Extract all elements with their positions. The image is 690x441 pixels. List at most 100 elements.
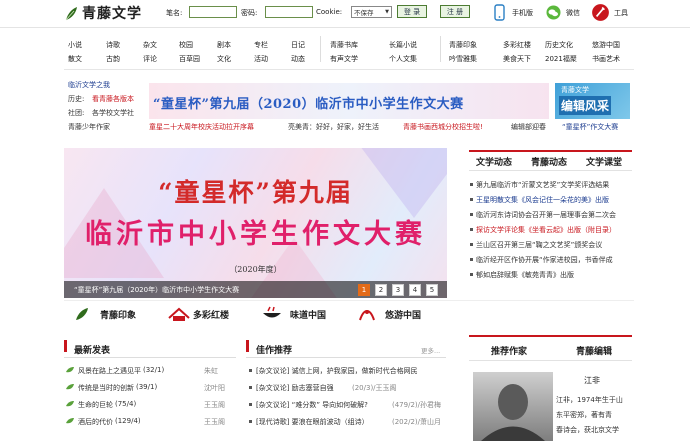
nav-item[interactable]: 多彩红楼 — [503, 40, 531, 50]
nav-item[interactable]: 动态 — [291, 54, 305, 64]
wechat-icon — [546, 5, 561, 20]
nav-item[interactable]: 古韵 — [106, 54, 120, 64]
bullet-icon — [249, 369, 252, 372]
site-logo[interactable]: 青藤文学 — [64, 3, 159, 23]
nav-item[interactable]: 文化 — [217, 54, 231, 64]
nav-item[interactable]: 活动 — [254, 54, 268, 64]
password-label: 密码: — [241, 9, 258, 17]
password-input[interactable] — [265, 6, 313, 18]
news-list-item[interactable]: 临沂经开区作协开展“作家进校园，书香伴成 — [476, 255, 634, 265]
latest-item-count: (39/1) — [136, 383, 158, 391]
editor-showcase-banner[interactable]: 青藤文学 编辑风采 — [555, 83, 630, 119]
carousel-page-3[interactable]: 3 — [392, 284, 404, 296]
nav-item[interactable]: 长篇小说 — [389, 40, 417, 50]
tab-literature-news[interactable]: 文学动态 — [476, 155, 512, 168]
nav-item[interactable]: 评论 — [143, 54, 157, 64]
news-bottom-item-2[interactable]: 亮美青：好好，好家，好生活 — [288, 122, 379, 132]
nav-item[interactable]: 百草园 — [179, 54, 200, 64]
tab-qingteng-editors[interactable]: 青藤编辑 — [576, 344, 612, 357]
recommend-item-title[interactable]: [杂文议论] 励志塞营自强 — [256, 383, 334, 393]
nav-item[interactable]: 青藤印象 — [449, 40, 477, 50]
nav-item[interactable]: 2021福聚 — [545, 54, 577, 64]
main-carousel-banner[interactable]: “童星杯”第九届 临沂市中小学生作文大赛 （2020年度） — [64, 148, 447, 298]
latest-item-title[interactable]: 酒后的代价 — [78, 417, 113, 427]
leaf-bullet-icon — [66, 384, 74, 390]
wechat-link[interactable] — [546, 4, 561, 23]
nav-separator — [440, 36, 441, 62]
nav-item[interactable]: 日记 — [291, 40, 305, 50]
news-strip-link-1[interactable]: 临沂文学之我 — [68, 80, 110, 90]
latest-item-title[interactable]: 生命的巨轮 — [78, 400, 113, 410]
username-input[interactable] — [189, 6, 237, 18]
banner-caption[interactable]: “童星杯”第九届（2020年）临沂市中小学生作文大赛 — [74, 285, 239, 295]
news-bottom-item-4[interactable]: 编辑部迎春 — [511, 122, 546, 132]
news-strip-link-4[interactable]: 青藤少年作家 — [68, 122, 110, 132]
news-bottom-item-5[interactable]: “童星杯”作文大赛 — [562, 122, 618, 132]
nav-item[interactable]: 书画艺术 — [592, 54, 620, 64]
latest-item-author[interactable]: 王玉阁 — [204, 400, 225, 410]
latest-item-author[interactable]: 沈叶阳 — [204, 383, 225, 393]
nav-item[interactable]: 散文 — [68, 54, 82, 64]
banner-title-line2: 临沂市中小学生作文大赛 — [85, 219, 426, 250]
recommend-item-title[interactable]: [杂文议论] “难分数” 导向如何破解? — [256, 400, 368, 410]
news-list-item[interactable]: 临沂河东诗词协会召开第一届理事会第二次会 — [476, 210, 634, 220]
recommend-more-link[interactable]: 更多... — [421, 345, 440, 355]
red-mansion-icon — [168, 307, 190, 321]
nav-item[interactable]: 小说 — [68, 40, 82, 50]
nav-item[interactable]: 吟雪雅集 — [449, 54, 477, 64]
category-qingteng-impression[interactable]: 青藤印象 — [100, 308, 136, 321]
nav-item[interactable]: 剧本 — [217, 40, 231, 50]
carousel-page-5[interactable]: 5 — [426, 284, 438, 296]
news-list-item[interactable]: 王星明散文集《风会记住一朵花的美》出版 — [476, 195, 634, 205]
right-tabs-topline — [469, 150, 632, 152]
nav-item[interactable]: 悠游中国 — [592, 40, 620, 50]
nav-item[interactable]: 校园 — [179, 40, 193, 50]
login-button[interactable]: 登 录 — [397, 5, 427, 18]
bullet-icon — [249, 403, 252, 406]
editor-banner-line2: 编辑风采 — [559, 96, 612, 115]
tab-recommended-authors[interactable]: 推荐作家 — [491, 344, 527, 357]
nav-item[interactable]: 诗歌 — [106, 40, 120, 50]
news-list-item[interactable]: 第九届临沂市“沂蒙文艺奖”文学奖评选结果 — [476, 180, 634, 190]
news-bottom-item-1[interactable]: 童星二十大周年校庆活动拉开序幕 — [149, 122, 254, 132]
recommend-item-title[interactable]: [现代诗歌] 要浪在眼前波动（组诗） — [256, 417, 369, 427]
carousel-page-1[interactable]: 1 — [358, 284, 370, 296]
tools-label: 工具 — [614, 9, 628, 17]
news-list-item[interactable]: 郁如启辞赋集《敏苑青青》出版 — [476, 270, 634, 280]
category-colorful-mansion[interactable]: 多彩红楼 — [193, 308, 229, 321]
latest-marker — [64, 340, 67, 352]
news-list-item[interactable]: 兰山区召开第三届“鞠之文艺奖”颁奖会议 — [476, 240, 634, 250]
bullet-icon — [249, 386, 252, 389]
news-list-item[interactable]: 探访文学评论集《坐看云起》出版（附目录） — [476, 225, 634, 235]
nav-item[interactable]: 青藤书库 — [330, 40, 358, 50]
author-bio-line-2: 东平密郑，著有青 — [556, 411, 612, 419]
latest-item-author[interactable]: 王玉阁 — [204, 417, 225, 427]
nav-item[interactable]: 杂文 — [143, 40, 157, 50]
tab-qingteng-news[interactable]: 青藤动态 — [531, 155, 567, 168]
recommend-item-title[interactable]: [杂文议论] 诚信上网，护我家园，做新时代合格网民 — [256, 366, 418, 376]
contest-thin-banner[interactable]: “童星杯”第九届（2020）临沂市中小学生作文大赛 — [149, 83, 549, 119]
author-name[interactable]: 江非 — [584, 375, 600, 386]
news-strip-link-2[interactable]: 看青藤各版本 — [92, 94, 134, 104]
nav-item[interactable]: 个人文集 — [389, 54, 417, 64]
latest-item-author[interactable]: 朱虹 — [204, 366, 218, 376]
category-taste-china[interactable]: 味道中国 — [290, 308, 326, 321]
register-button[interactable]: 注 册 — [440, 5, 470, 18]
nav-item[interactable]: 历史文化 — [545, 40, 573, 50]
carousel-page-4[interactable]: 4 — [409, 284, 421, 296]
category-travel-china[interactable]: 悠游中国 — [385, 308, 421, 321]
latest-item-title[interactable]: 风景在路上之遇见平 — [78, 366, 141, 376]
tab-literature-class[interactable]: 文学课堂 — [586, 155, 622, 168]
news-bottom-item-3[interactable]: 青藤书画西城分校招生啦! — [403, 122, 483, 132]
nav-item[interactable]: 美食天下 — [503, 54, 531, 64]
nav-item[interactable]: 有声文学 — [330, 54, 358, 64]
tools-link[interactable] — [592, 3, 609, 24]
mobile-version-link[interactable] — [492, 4, 507, 23]
cookie-select[interactable]: 不保存 ▼ — [351, 6, 392, 18]
author-portrait-image — [481, 384, 545, 441]
news-strip-link-3[interactable]: 各学校文学社 — [92, 108, 134, 118]
latest-item-title[interactable]: 传统是当时的创新 — [78, 383, 134, 393]
carousel-page-2[interactable]: 2 — [375, 284, 387, 296]
author-photo[interactable] — [473, 372, 553, 441]
nav-item[interactable]: 专栏 — [254, 40, 268, 50]
